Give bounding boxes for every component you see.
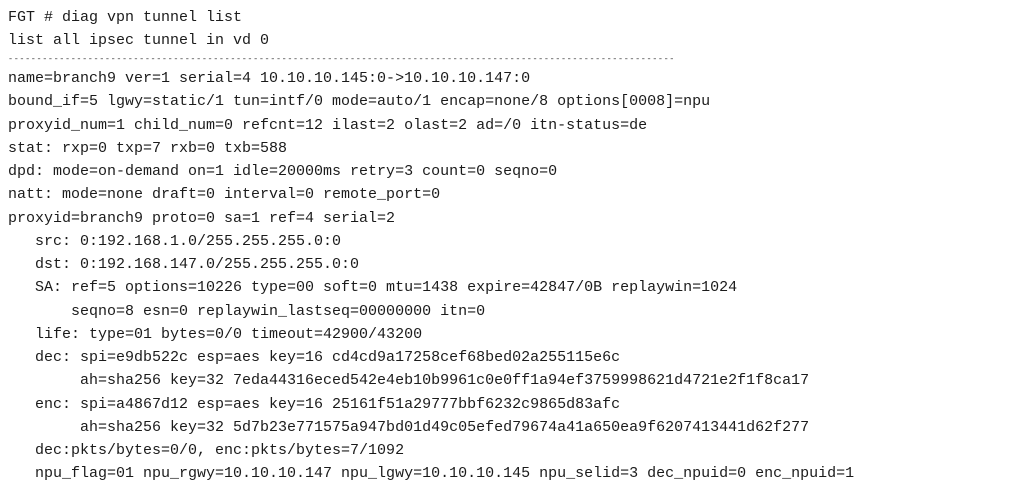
- dst-line: dst: 0:192.168.147.0/255.255.255.0:0: [8, 256, 359, 273]
- terminal-output: FGT # diag vpn tunnel list list all ipse…: [8, 6, 1029, 486]
- cli-subtitle: list all ipsec tunnel in vd 0: [8, 32, 269, 49]
- npu-line: npu_flag=01 npu_rgwy=10.10.10.147 npu_lg…: [8, 465, 854, 482]
- proxyid-line: proxyid=branch9 proto=0 sa=1 ref=4 seria…: [8, 210, 395, 227]
- natt-line: natt: mode=none draft=0 interval=0 remot…: [8, 186, 440, 203]
- cli-prompt-line: FGT # diag vpn tunnel list: [8, 9, 242, 26]
- tunnel-name-line: name=branch9 ver=1 serial=4 10.10.10.145…: [8, 70, 530, 87]
- stat-line: stat: rxp=0 txp=7 rxb=0 txb=588: [8, 140, 287, 157]
- separator-line: ----------------------------------------…: [8, 55, 1029, 64]
- dec-line: dec: spi=e9db522c esp=aes key=16 cd4cd9a…: [8, 349, 620, 366]
- life-line: life: type=01 bytes=0/0 timeout=42900/43…: [8, 326, 422, 343]
- src-line: src: 0:192.168.1.0/255.255.255.0:0: [8, 233, 341, 250]
- enc-ah-line: ah=sha256 key=32 5d7b23e771575a947bd01d4…: [8, 419, 809, 436]
- pkts-line: dec:pkts/bytes=0/0, enc:pkts/bytes=7/109…: [8, 442, 404, 459]
- bound-if-line: bound_if=5 lgwy=static/1 tun=intf/0 mode…: [8, 93, 710, 110]
- seqno-line: seqno=8 esn=0 replaywin_lastseq=00000000…: [8, 303, 485, 320]
- enc-line: enc: spi=a4867d12 esp=aes key=16 25161f5…: [8, 396, 620, 413]
- proxyid-num-line: proxyid_num=1 child_num=0 refcnt=12 ilas…: [8, 117, 647, 134]
- dpd-line: dpd: mode=on-demand on=1 idle=20000ms re…: [8, 163, 557, 180]
- dec-ah-line: ah=sha256 key=32 7eda44316eced542e4eb10b…: [8, 372, 809, 389]
- sa-line: SA: ref=5 options=10226 type=00 soft=0 m…: [8, 279, 737, 296]
